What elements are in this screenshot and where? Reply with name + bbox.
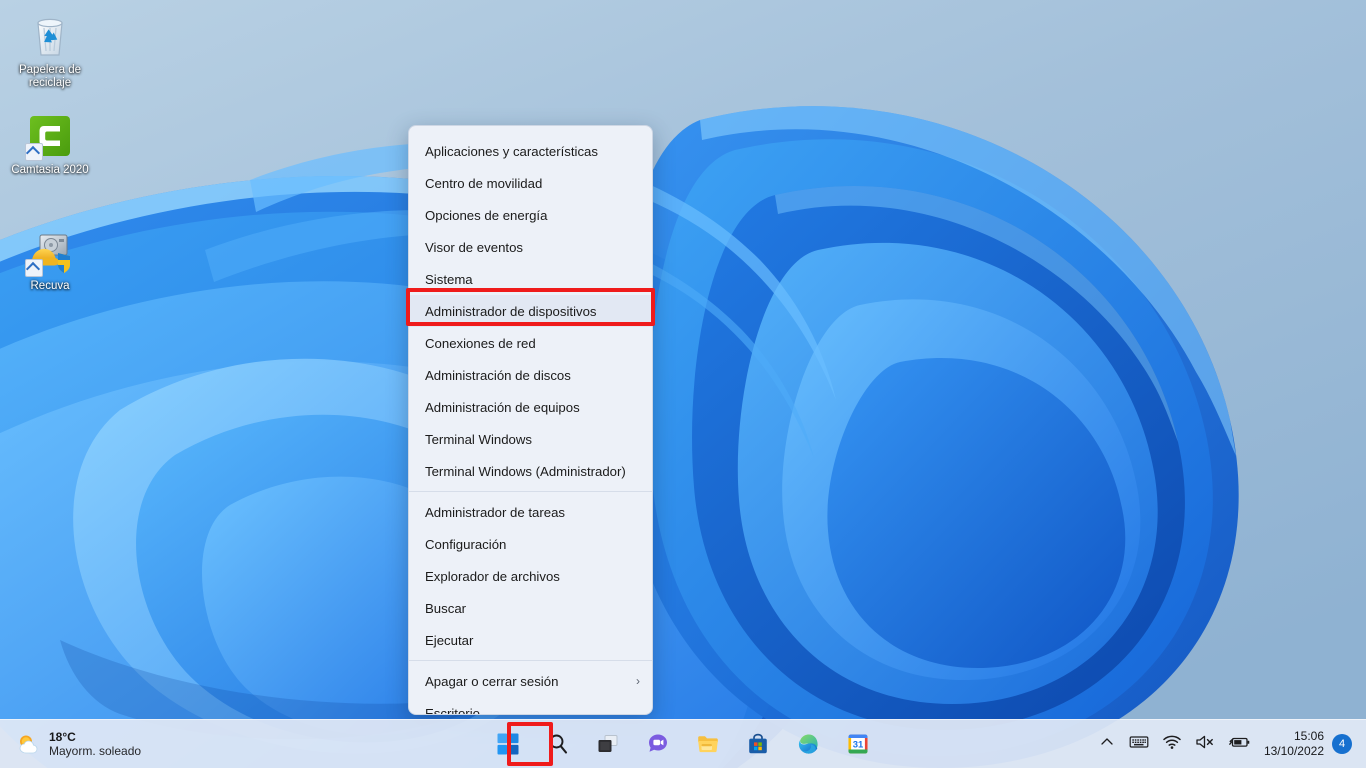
chat-button[interactable]	[638, 724, 678, 764]
sun-cloud-icon	[16, 732, 40, 756]
desktop-icon-recuva[interactable]: Recuva	[2, 228, 98, 293]
calendar-button[interactable]: 31	[838, 724, 878, 764]
menu-item-label: Terminal Windows (Administrador)	[425, 463, 626, 479]
menu-item-label: Administración de discos	[425, 367, 571, 383]
menu-item-label: Apagar o cerrar sesión	[425, 673, 559, 689]
volume-status-button[interactable]	[1188, 724, 1222, 764]
recycle-bin-icon	[26, 12, 74, 60]
keyboard-icon	[1129, 734, 1149, 755]
menu-item-label: Configuración	[425, 536, 507, 552]
menu-item-label: Sistema	[425, 271, 473, 287]
weather-condition: Mayorm. soleado	[49, 744, 142, 758]
taskbar: 18°C Mayorm. soleado 31 15:06 13/10/2022…	[0, 719, 1366, 768]
battery-status-button[interactable]	[1222, 724, 1258, 764]
battery-charging-icon	[1229, 734, 1251, 755]
menu-item-label: Administración de equipos	[425, 399, 580, 415]
camtasia-icon	[25, 112, 74, 161]
annotation-box-start-button	[507, 722, 553, 766]
menu-item-task-manager[interactable]: Administrador de tareas	[409, 496, 652, 528]
menu-item-label: Centro de movilidad	[425, 175, 543, 191]
menu-item-disk-management[interactable]: Administración de discos	[409, 359, 652, 391]
menu-item-label: Opciones de energía	[425, 207, 548, 223]
menu-item-label: Visor de eventos	[425, 239, 523, 255]
menu-item-desktop[interactable]: Escritorio	[409, 697, 652, 715]
menu-item-label: Buscar	[425, 600, 467, 616]
win-x-quick-link-menu[interactable]: Aplicaciones y características Centro de…	[408, 125, 653, 715]
microsoft-store-button[interactable]	[738, 724, 778, 764]
menu-item-apps-and-features[interactable]: Aplicaciones y características	[409, 135, 652, 167]
menu-item-network-connections[interactable]: Conexiones de red	[409, 327, 652, 359]
annotation-box-device-manager	[406, 288, 655, 326]
menu-item-label: Explorador de archivos	[425, 568, 560, 584]
menu-item-computer-management[interactable]: Administración de equipos	[409, 391, 652, 423]
menu-item-file-explorer[interactable]: Explorador de archivos	[409, 560, 652, 592]
menu-item-label: Conexiones de red	[425, 335, 536, 351]
chat-teams-icon	[646, 732, 670, 756]
task-view-icon	[596, 732, 620, 756]
menu-item-power-options[interactable]: Opciones de energía	[409, 199, 652, 231]
menu-item-event-viewer[interactable]: Visor de eventos	[409, 231, 652, 263]
clock-time: 15:06	[1293, 729, 1324, 743]
menu-item-label: Escritorio	[425, 705, 480, 715]
task-view-button[interactable]	[588, 724, 628, 764]
menu-item-run[interactable]: Ejecutar	[409, 624, 652, 656]
menu-item-label: Ejecutar	[425, 632, 474, 648]
shortcut-arrow-icon	[25, 259, 43, 277]
wallpaper-bloom-artwork	[0, 0, 1366, 768]
folder-icon	[696, 732, 720, 756]
shortcut-arrow-icon	[25, 143, 43, 161]
menu-item-mobility-center[interactable]: Centro de movilidad	[409, 167, 652, 199]
menu-separator	[409, 660, 652, 661]
clock-date: 13/10/2022	[1263, 744, 1324, 758]
store-bag-icon	[746, 732, 770, 756]
chevron-right-icon: ›	[636, 674, 640, 688]
notification-badge[interactable]: 4	[1332, 734, 1352, 754]
desktop-wallpaper	[0, 0, 1366, 768]
input-indicator-button[interactable]	[1122, 724, 1156, 764]
taskbar-clock[interactable]: 15:06 13/10/2022	[1258, 729, 1332, 759]
menu-item-windows-terminal-admin[interactable]: Terminal Windows (Administrador)	[409, 455, 652, 487]
desktop-icon-label: Recuva	[30, 280, 70, 292]
recuva-icon	[25, 228, 74, 277]
show-hidden-icons-button[interactable]	[1092, 724, 1122, 764]
chevron-up-icon	[1099, 734, 1115, 755]
speaker-muted-icon	[1195, 734, 1215, 755]
desktop-icon-camtasia[interactable]: Camtasia 2020	[2, 112, 98, 177]
menu-item-label: Aplicaciones y características	[425, 143, 598, 159]
edge-button[interactable]	[788, 724, 828, 764]
menu-item-label: Administrador de tareas	[425, 504, 566, 520]
weather-temperature: 18°C	[49, 730, 76, 744]
menu-separator	[409, 491, 652, 492]
desktop-icon-label: Camtasia 2020	[11, 164, 89, 176]
wifi-icon	[1163, 734, 1181, 755]
menu-item-label: Terminal Windows	[425, 431, 532, 447]
menu-item-search[interactable]: Buscar	[409, 592, 652, 624]
network-status-button[interactable]	[1156, 724, 1188, 764]
calendar-31-icon: 31	[846, 732, 870, 756]
taskbar-weather-widget[interactable]: 18°C Mayorm. soleado	[16, 720, 141, 768]
desktop-icon-recycle-bin[interactable]: Papelera de reciclaje	[2, 12, 98, 90]
file-explorer-button[interactable]	[688, 724, 728, 764]
desktop-icon-label: Papelera de reciclaje	[18, 64, 82, 89]
svg-text:31: 31	[853, 739, 864, 750]
menu-item-settings[interactable]: Configuración	[409, 528, 652, 560]
menu-item-windows-terminal[interactable]: Terminal Windows	[409, 423, 652, 455]
edge-icon	[796, 732, 820, 756]
menu-item-shutdown-or-signout[interactable]: Apagar o cerrar sesión ›	[409, 665, 652, 697]
system-tray: 15:06 13/10/2022 4	[1092, 720, 1358, 768]
